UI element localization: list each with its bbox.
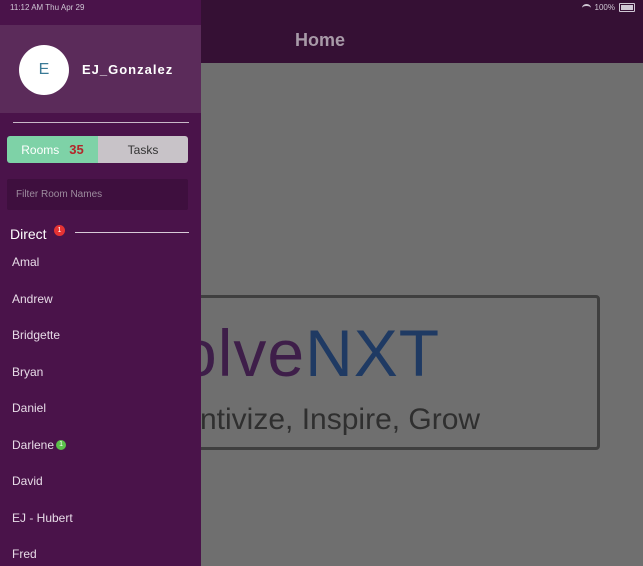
tab-rooms[interactable]: Rooms 35 [7, 136, 98, 163]
battery-percent: 100% [594, 3, 615, 12]
list-item[interactable]: Amal [0, 244, 201, 281]
list-item-label: Bryan [12, 364, 44, 379]
tab-tasks-label: Tasks [127, 142, 159, 157]
side-drawer: E EJ_Gonzalez Rooms 35 Tasks Direct 1 Am… [0, 0, 201, 566]
tab-rooms-label: Rooms [21, 142, 60, 157]
status-time: 11:12 AM Thu Apr 29 [10, 3, 85, 12]
logo-wordmark: olveNXT [180, 315, 440, 391]
list-item[interactable]: Darlene 1 [0, 427, 201, 464]
tab-tasks[interactable]: Tasks [98, 136, 188, 163]
wifi-icon [581, 3, 591, 12]
list-item[interactable]: Daniel [0, 390, 201, 427]
list-item-label: David [12, 474, 43, 489]
list-item[interactable]: David [0, 463, 201, 500]
list-item-label: Daniel [12, 401, 47, 416]
list-item[interactable]: Bridgette [0, 317, 201, 354]
list-item[interactable]: Fred [0, 536, 201, 566]
unread-badge: 1 [56, 439, 67, 450]
list-item-label: Bridgette [12, 328, 61, 343]
section-direct: Direct 1 [10, 225, 190, 244]
filter-room-input[interactable] [7, 179, 188, 210]
list-item[interactable]: Bryan [0, 354, 201, 391]
list-item-label: Darlene [12, 437, 55, 452]
list-item-label: Fred [12, 547, 37, 562]
page-title: Home [295, 30, 346, 50]
list-item-label: Andrew [12, 291, 53, 306]
filter-room-field[interactable] [7, 179, 188, 210]
section-badge: 1 [54, 225, 65, 236]
rooms-count: 35 [69, 142, 84, 157]
logo-part2: NXT [305, 316, 441, 390]
status-battery: 100% [581, 3, 635, 12]
status-bar: 11:12 AM Thu Apr 29 100% [0, 0, 643, 14]
room-list: Amal Andrew Bridgette Bryan Daniel Darle… [0, 244, 201, 566]
list-item-label: EJ - Hubert [12, 510, 73, 525]
divider [13, 122, 189, 123]
section-divider [75, 232, 189, 233]
segmented-control: Rooms 35 Tasks [7, 136, 188, 163]
username: EJ_Gonzalez [82, 62, 174, 77]
section-title: Direct [10, 226, 47, 242]
avatar-initial: E [38, 61, 50, 78]
drawer-header: E EJ_Gonzalez [0, 25, 201, 113]
logo-tagline: ntivize, Inspire, Grow [200, 403, 481, 436]
list-item[interactable]: EJ - Hubert [0, 500, 201, 537]
avatar[interactable]: E [19, 45, 69, 95]
list-item-label: Amal [12, 255, 40, 270]
list-item[interactable]: Andrew [0, 281, 201, 318]
battery-icon [619, 3, 635, 12]
